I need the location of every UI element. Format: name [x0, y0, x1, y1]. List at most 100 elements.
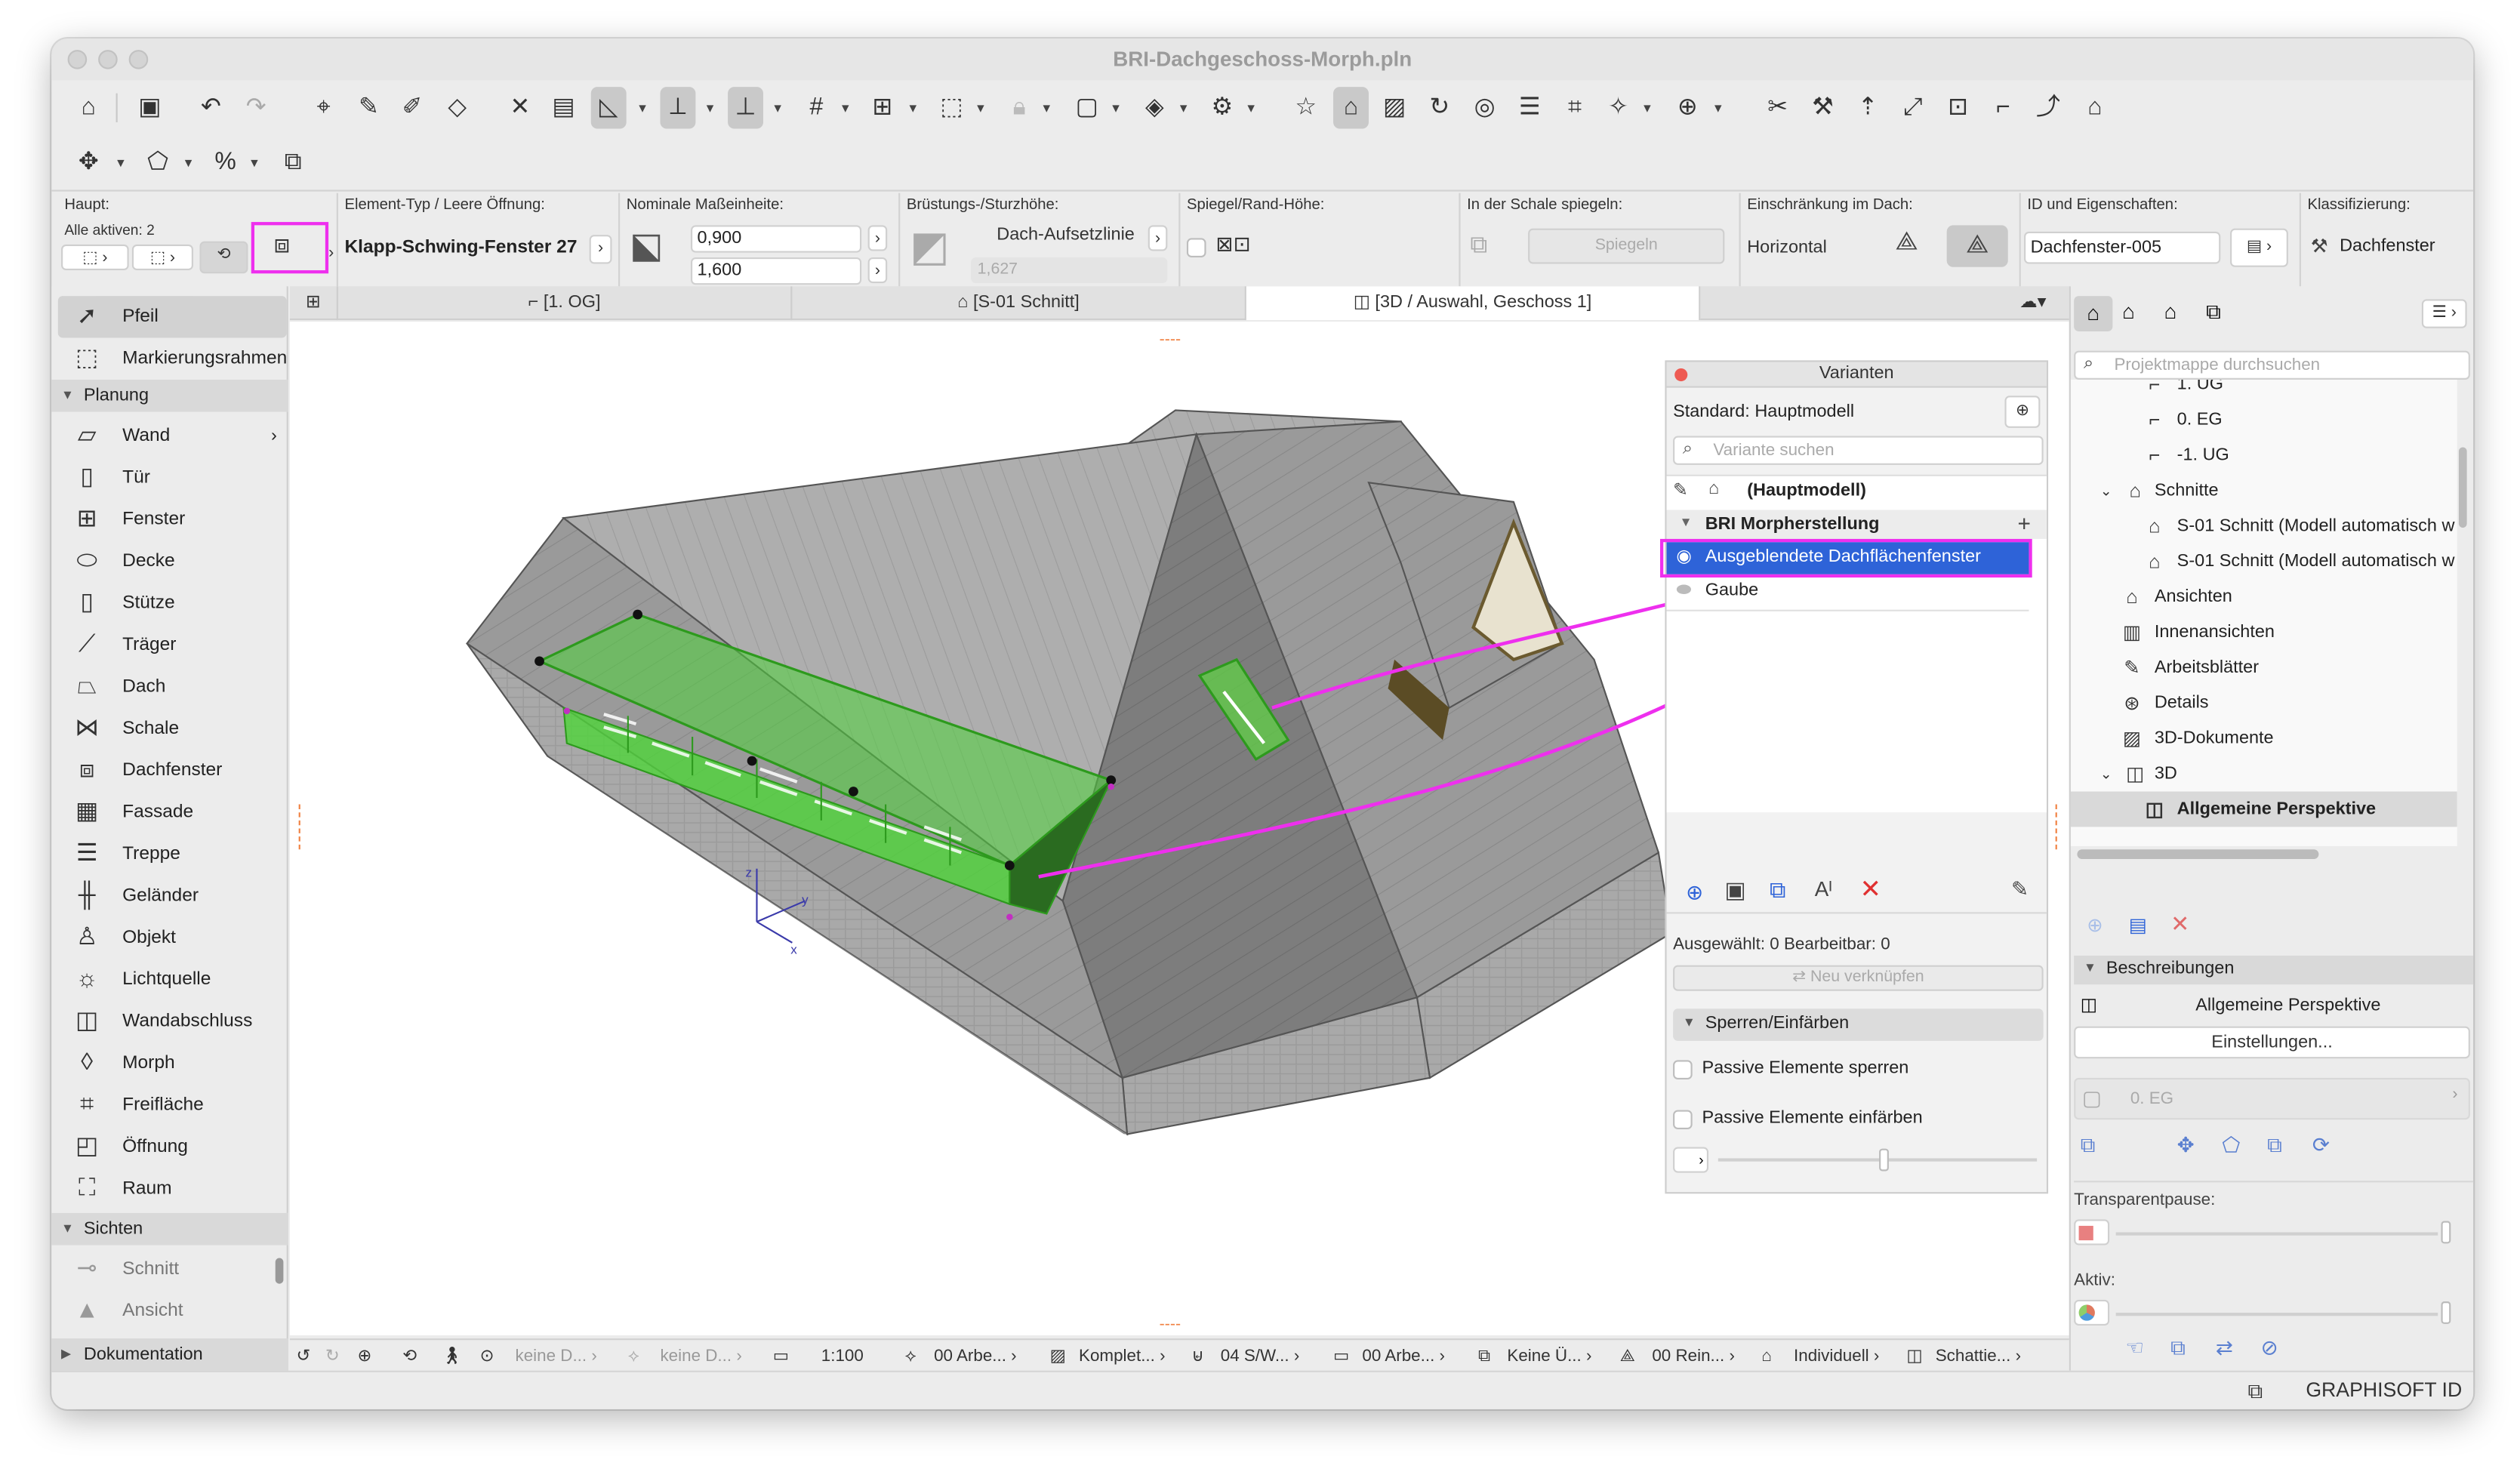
- grid-snap-icon[interactable]: #: [799, 87, 834, 128]
- nav-item-schnitte[interactable]: ⌄ ⌂ Schnitte: [2093, 473, 2457, 509]
- add-icon[interactable]: ⊕: [1686, 880, 1703, 906]
- offset-icon[interactable]: ⊡: [1940, 87, 1976, 128]
- dimension-icon[interactable]: ▤: [546, 87, 581, 128]
- navigator-h-scrollbar[interactable]: [2077, 849, 2319, 860]
- mirror-icon[interactable]: ⊠⊡: [1215, 232, 1250, 257]
- hauptmodell-item[interactable]: (Hauptmodell): [1747, 481, 1866, 500]
- tool-objekt[interactable]: ♙ Objekt: [58, 917, 287, 959]
- trace-slider-thumb[interactable]: [2441, 1221, 2451, 1244]
- settings-button[interactable]: Einstellungen...: [2074, 1026, 2470, 1059]
- section-dokumentation[interactable]: ▶ Dokumentation: [51, 1338, 288, 1371]
- navigator-scrollbar[interactable]: [2458, 447, 2467, 528]
- variant-settings-icon[interactable]: ⊕: [2004, 396, 2041, 428]
- corner-icon[interactable]: ⌐: [1986, 87, 2021, 128]
- tool-stuetze[interactable]: ▯ Stütze: [58, 582, 287, 624]
- project-map-icon[interactable]: ⌂: [2074, 296, 2113, 332]
- favorite-button[interactable]: ⟲: [199, 241, 248, 274]
- tool-decke[interactable]: ⬭ Decke: [58, 540, 287, 582]
- chevron-right-icon[interactable]: ›: [589, 235, 612, 264]
- elevate-icon[interactable]: ⇡: [1850, 87, 1886, 128]
- reset-trace-icon[interactable]: ⊘: [2261, 1335, 2278, 1361]
- zoom-fit-icon[interactable]: ⊙: [480, 1340, 494, 1372]
- nav-item-details[interactable]: ⊛ Details: [2112, 685, 2457, 721]
- tab-3d[interactable]: ◫ [3D / Auswahl, Geschoss 1]: [1246, 286, 1701, 321]
- highlighted-settings-button[interactable]: ⧈: [251, 222, 329, 274]
- nav-item-3d[interactable]: ⌄ ◫ 3D: [2093, 756, 2457, 792]
- add-variant-icon[interactable]: +: [2018, 510, 2031, 536]
- chevron-right-icon[interactable]: ›: [867, 225, 888, 251]
- move-icon[interactable]: ✥: [71, 142, 106, 183]
- color-swatch-button[interactable]: ›: [1673, 1147, 1709, 1173]
- tool-morph[interactable]: ◊ Morph: [58, 1042, 287, 1084]
- zoom-icon[interactable]: ⊕: [358, 1340, 372, 1372]
- close-window-button[interactable]: [67, 50, 88, 69]
- tab-1-og[interactable]: ⌐ [1. OG]: [338, 286, 793, 321]
- move-view-icon[interactable]: ✥: [2177, 1132, 2195, 1158]
- chevron-down-icon[interactable]: ▾: [1039, 87, 1055, 128]
- compare-icon[interactable]: ⧉: [2170, 1335, 2186, 1361]
- navigator-menu-icon[interactable]: ☰ ›: [2421, 299, 2467, 328]
- graphic-override[interactable]: Keine Ü... ›: [1507, 1340, 1591, 1372]
- scale-value[interactable]: 1:100: [821, 1340, 864, 1372]
- trace-slider-track[interactable]: [2115, 1232, 2438, 1236]
- view-map-icon[interactable]: ⌂: [2122, 299, 2135, 323]
- chevron-down-icon[interactable]: ▾: [702, 87, 718, 128]
- pen-set[interactable]: 04 S/W... ›: [1221, 1340, 1300, 1372]
- trace-icon[interactable]: ⚙: [1204, 87, 1240, 128]
- trace-reference-icon[interactable]: ☜: [2125, 1335, 2144, 1361]
- chevron-down-icon[interactable]: ▾: [1243, 87, 1259, 128]
- roof-icon[interactable]: ⌂: [2077, 87, 2112, 128]
- pencil-icon[interactable]: ✎: [1673, 479, 1688, 500]
- 3d-style[interactable]: Individuell ›: [1794, 1340, 1879, 1372]
- tool-dachfenster[interactable]: ⧈ Dachfenster: [58, 750, 287, 791]
- 3d-view-icon[interactable]: ⌂: [1333, 87, 1369, 129]
- delete-icon[interactable]: ✕: [1859, 873, 1881, 906]
- lasso-icon[interactable]: ↻: [1422, 87, 1457, 128]
- tool-lichtquelle[interactable]: ☼ Lichtquelle: [58, 959, 287, 1000]
- relink-button[interactable]: ⇄ Neu verknüpfen: [1673, 965, 2044, 991]
- section-sichten[interactable]: ▼ Sichten: [51, 1212, 288, 1246]
- redo-view-icon[interactable]: ↻: [325, 1340, 340, 1372]
- tool-fassade[interactable]: ▦ Fassade: [58, 792, 287, 833]
- percent-icon[interactable]: %: [208, 142, 243, 183]
- chevron-down-icon[interactable]: ▾: [1108, 87, 1123, 128]
- tab-overview-icon[interactable]: ⊞: [290, 286, 338, 321]
- chevron-down-icon[interactable]: ▾: [634, 87, 650, 128]
- chevron-down-icon[interactable]: ▾: [112, 142, 128, 183]
- save-icon[interactable]: ▣: [132, 87, 168, 128]
- renovation-filter[interactable]: keine D... ›: [516, 1340, 597, 1372]
- tool-raum[interactable]: ⛶ Raum: [58, 1168, 287, 1209]
- active-color-button[interactable]: [2074, 1299, 2110, 1326]
- find-select-icon[interactable]: ⌖: [306, 87, 341, 128]
- nav-item-minus-1-ug[interactable]: ⌐ -1. UG: [2135, 438, 2457, 473]
- mirror-button[interactable]: Spiegeln: [1528, 228, 1725, 264]
- active-slider-track[interactable]: [2115, 1312, 2438, 1316]
- tool-traeger[interactable]: ⟋ Träger: [58, 624, 287, 666]
- roof-vertical-icon[interactable]: ⟁: [1946, 225, 2008, 267]
- minimize-window-button[interactable]: [98, 50, 118, 69]
- tab-s01-schnitt[interactable]: ⌂ [S-01 Schnitt]: [792, 286, 1246, 321]
- layout-icon[interactable]: ▨: [1377, 87, 1412, 128]
- geschoss-selector[interactable]: ▢ 0. EG ›: [2074, 1077, 2470, 1120]
- duplicate-icon[interactable]: ⧉: [1770, 876, 1785, 904]
- marquee-filter-button[interactable]: ⬚ ›: [131, 244, 193, 271]
- add-icon[interactable]: ⊕: [2087, 913, 2103, 936]
- structure-filter[interactable]: keine D... ›: [660, 1340, 741, 1372]
- resize-icon[interactable]: ⤢: [1895, 87, 1930, 128]
- chevron-down-icon[interactable]: ▾: [1710, 87, 1726, 128]
- chevron-down-icon[interactable]: ▾: [1639, 87, 1655, 128]
- sill-num-field[interactable]: 1,627: [971, 257, 1168, 284]
- opacity-slider-track[interactable]: [1717, 1158, 2038, 1162]
- publisher-icon[interactable]: ✧: [1600, 87, 1636, 128]
- scissors-icon[interactable]: ✂: [1760, 87, 1795, 128]
- curve-icon[interactable]: ⤴: [2031, 87, 2066, 128]
- toolbox-scrollbar[interactable]: [275, 1258, 284, 1284]
- chevron-down-icon[interactable]: ▾: [246, 142, 262, 183]
- classification-value[interactable]: Dachfenster: [2340, 236, 2435, 256]
- lock-passive-checkbox[interactable]: [1673, 1060, 1693, 1079]
- window-arrange-icon[interactable]: ⧉: [2248, 1378, 2263, 1404]
- tool-markierungsrahmen[interactable]: ⬚ Markierungsrahmen: [58, 338, 287, 380]
- tool-ansicht[interactable]: ▲ Ansicht: [58, 1290, 287, 1332]
- nav-item-arbeitsblaetter[interactable]: ✎ Arbeitsblätter: [2112, 650, 2457, 685]
- chevron-down-icon[interactable]: ▾: [1175, 87, 1191, 128]
